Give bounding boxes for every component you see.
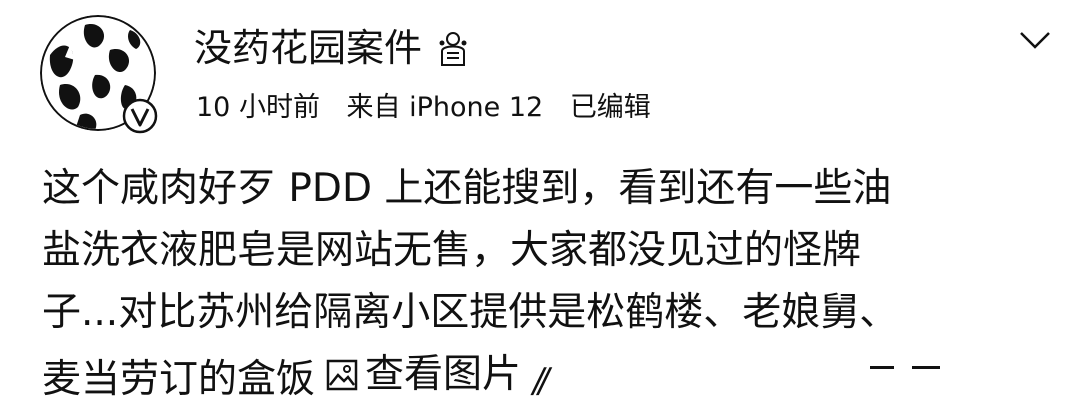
cropped-element: [870, 366, 894, 369]
verified-badge-icon: [122, 98, 158, 134]
post-meta: 10 小时前 来自 iPhone 12 已编辑: [196, 88, 651, 128]
view-image-label: 查看图片: [365, 352, 522, 397]
content-line: 这个咸肉好歹 PDD 上还能搜到，看到还有一些油: [42, 166, 892, 211]
content-line: 子...对比苏州给隔离小区提供是松鹤楼、老娘舅、: [42, 290, 899, 335]
content-line: 盐洗衣液肥皂是网站无售，大家都没见过的怪牌: [42, 228, 862, 273]
edited-label[interactable]: 已编辑: [570, 92, 651, 123]
content-line-text: 麦当劳订的盒饭: [42, 357, 316, 402]
author-row: 没药花园案件: [194, 22, 472, 74]
avatar[interactable]: [40, 15, 158, 134]
image-icon: [326, 359, 358, 391]
post-content: 这个咸肉好歹 PDD 上还能搜到，看到还有一些油 盐洗衣液肥皂是网站无售，大家都…: [42, 158, 1042, 408]
content-line-last: 麦当劳订的盒饭 查看图片//: [42, 344, 1042, 408]
weibo-post: 没药花园案件 10 小时前 来自 iPhone 12 已编辑 这个咸肉好歹 PD…: [0, 0, 1080, 408]
post-time: 10 小时前: [196, 92, 320, 123]
author-name[interactable]: 没药花园案件: [194, 22, 422, 74]
post-source: 来自 iPhone 12: [346, 92, 544, 123]
view-image-link[interactable]: 查看图片: [325, 344, 521, 406]
long-image-mark-icon: //: [529, 361, 548, 401]
cropped-element: [912, 366, 940, 369]
chevron-down-icon[interactable]: [1018, 28, 1052, 52]
rank-medal-icon[interactable]: [434, 29, 472, 67]
